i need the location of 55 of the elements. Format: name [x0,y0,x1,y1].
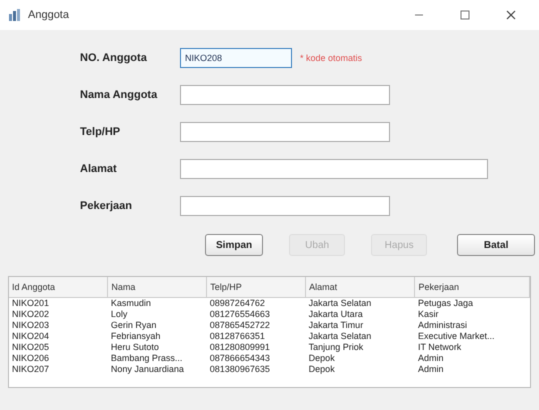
column-header[interactable]: Nama [108,277,207,298]
table-cell-text: NIKO207 [11,364,50,375]
field-label: Alamat [80,163,118,175]
table-cell-text: 081276554663 [208,309,271,320]
table-cell-text: NIKO203 [11,320,50,331]
input-field[interactable] [180,85,390,105]
table-cell-text: Heru Sutoto [110,342,160,353]
table-cell-text: 081380967635 [208,364,271,375]
column-header[interactable]: Pekerjaan [414,277,530,298]
action-button[interactable]: Batal [457,234,536,256]
column-header[interactable]: Telp/HP [206,277,306,298]
table-cell-text: NIKO205 [11,342,50,353]
app-icon [8,8,22,22]
table-cell-text: 081280809991 [208,342,271,353]
hint-text: * kode otomatis [300,53,362,63]
table-cell-text: Jakarta Utara [308,309,364,320]
table-cell-text: NIKO202 [11,309,50,320]
window-title: Anggota [28,9,70,21]
table-cell-text: Admin [416,353,444,364]
table-cell-text: Tanjung Priok [308,342,364,353]
table-cell-text: Depok [308,364,336,375]
table-cell: Petugas Jaga [414,298,530,309]
table-cell-text: Febriansyah [110,331,162,342]
table-cell-text: NIKO206 [11,353,50,364]
table-cell-text: Depok [308,353,336,364]
table-cell-text: Nony Januardiana [110,364,185,375]
input-field[interactable] [180,159,488,179]
column-header[interactable]: Id Anggota [9,277,108,298]
table-cell-text: 087865452722 [208,320,271,331]
table-cell-text: IT Network [416,342,462,353]
table-cell-text: Gerin Ryan [110,320,158,331]
table-cell-text: Loly [110,309,128,320]
field-label: NO. Anggota [80,52,148,64]
table-cell-text: Kasir [416,309,440,320]
input-field[interactable] [180,122,390,142]
table-cell-text: Jakarta Selatan [308,331,372,342]
table-cell-text: Executive Market... [416,331,496,342]
field-label: Nama Anggota [80,89,158,101]
table-cell-text: Jakarta Timur [308,320,364,331]
action-button[interactable]: Simpan [205,234,264,256]
input-field[interactable] [180,196,390,216]
table-cell-text: NIKO204 [11,331,50,342]
table-cell-text: Administrasi [416,320,468,331]
input-field[interactable]: NIKO208 [180,48,292,68]
table-cell-text: 08128766351 [208,331,266,342]
table-cell-text: 087866654343 [208,353,271,364]
field-label: Telp/HP [80,126,122,138]
table-cell-text: Bambang Prass... [110,353,184,364]
table-cell: NIKO201 [9,298,108,309]
table-cell-text: Admin [416,364,444,375]
table-cell: 08987264762 [206,298,306,309]
column-header[interactable]: Alamat [306,277,415,298]
field-label: Pekerjaan [80,200,133,212]
table-cell: Kasmudin [108,298,207,309]
table-cell: Jakarta Selatan [306,298,415,309]
